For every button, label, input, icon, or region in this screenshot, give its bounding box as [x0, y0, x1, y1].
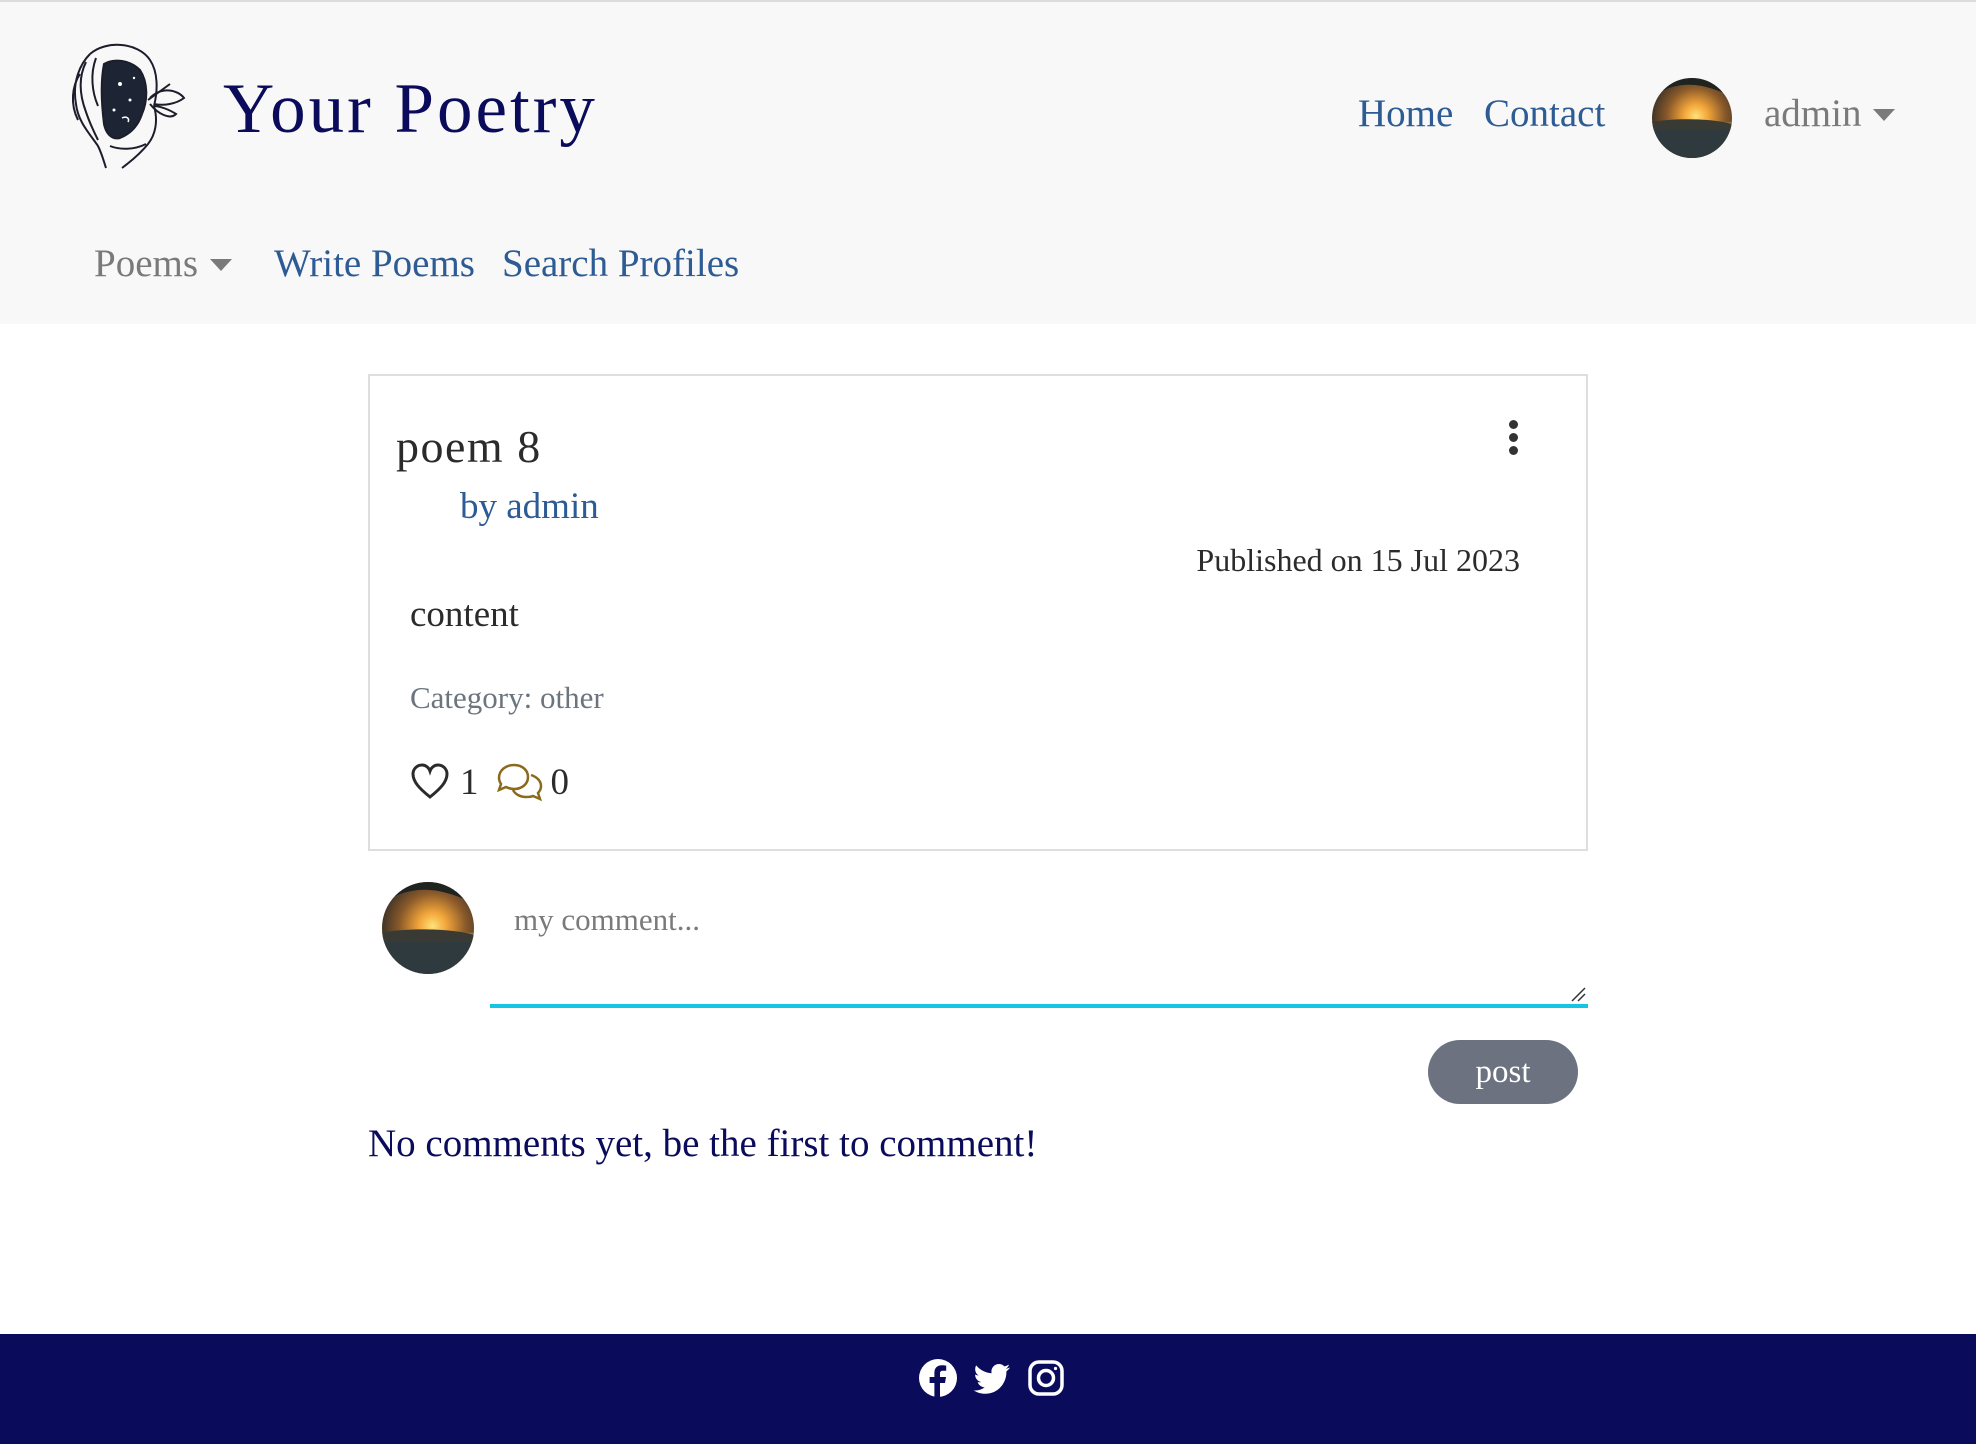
user-avatar[interactable]: [1652, 78, 1732, 158]
resize-handle-icon[interactable]: [1570, 986, 1586, 1002]
poem-title: poem 8: [396, 421, 542, 472]
chevron-down-icon: [210, 258, 233, 271]
nav-contact-link[interactable]: Contact: [1484, 94, 1605, 133]
poet-logo-icon[interactable]: [50, 34, 194, 170]
poem-stats: 1 0: [410, 760, 569, 804]
chevron-down-icon: [1873, 108, 1896, 121]
comment-input[interactable]: [490, 882, 1588, 1008]
sunset-avatar-image: [1652, 78, 1732, 158]
poem-content: content: [410, 594, 519, 635]
site-header: Your Poetry Home Contact admin Poems Wri…: [0, 0, 1976, 324]
publish-date: Published on 15 Jul 2023: [1196, 542, 1520, 578]
poem-author-link[interactable]: by admin: [460, 488, 599, 525]
poems-dropdown[interactable]: Poems: [94, 242, 233, 285]
sunset-avatar-image: [382, 882, 474, 974]
post-comment-button[interactable]: post: [1428, 1040, 1578, 1104]
poems-dropdown-label: Poems: [94, 242, 199, 285]
social-links: [918, 1358, 1066, 1398]
poem-card: poem 8 by admin Published on 15 Jul 2023…: [368, 374, 1588, 851]
nav-search-profiles-link[interactable]: Search Profiles: [502, 244, 739, 283]
poem-category: Category: other: [410, 680, 604, 715]
more-options-icon[interactable]: [1498, 420, 1528, 464]
heart-icon[interactable]: [410, 762, 450, 802]
comments-icon[interactable]: [495, 762, 545, 802]
comments-count: 0: [550, 761, 570, 803]
site-footer: [0, 1334, 1976, 1444]
instagram-icon[interactable]: [1026, 1358, 1066, 1398]
likes-count: 1: [460, 761, 479, 803]
nav-home-link[interactable]: Home: [1358, 94, 1453, 133]
nav-write-poems-link[interactable]: Write Poems: [274, 244, 475, 283]
no-comments-message: No comments yet, be the first to comment…: [368, 1122, 1038, 1165]
twitter-icon[interactable]: [972, 1358, 1012, 1398]
commenter-avatar: [382, 882, 474, 974]
user-name-label: admin: [1764, 92, 1862, 135]
site-brand-title[interactable]: Your Poetry: [223, 74, 598, 145]
facebook-icon[interactable]: [918, 1358, 958, 1398]
user-menu-dropdown[interactable]: admin: [1764, 92, 1896, 135]
